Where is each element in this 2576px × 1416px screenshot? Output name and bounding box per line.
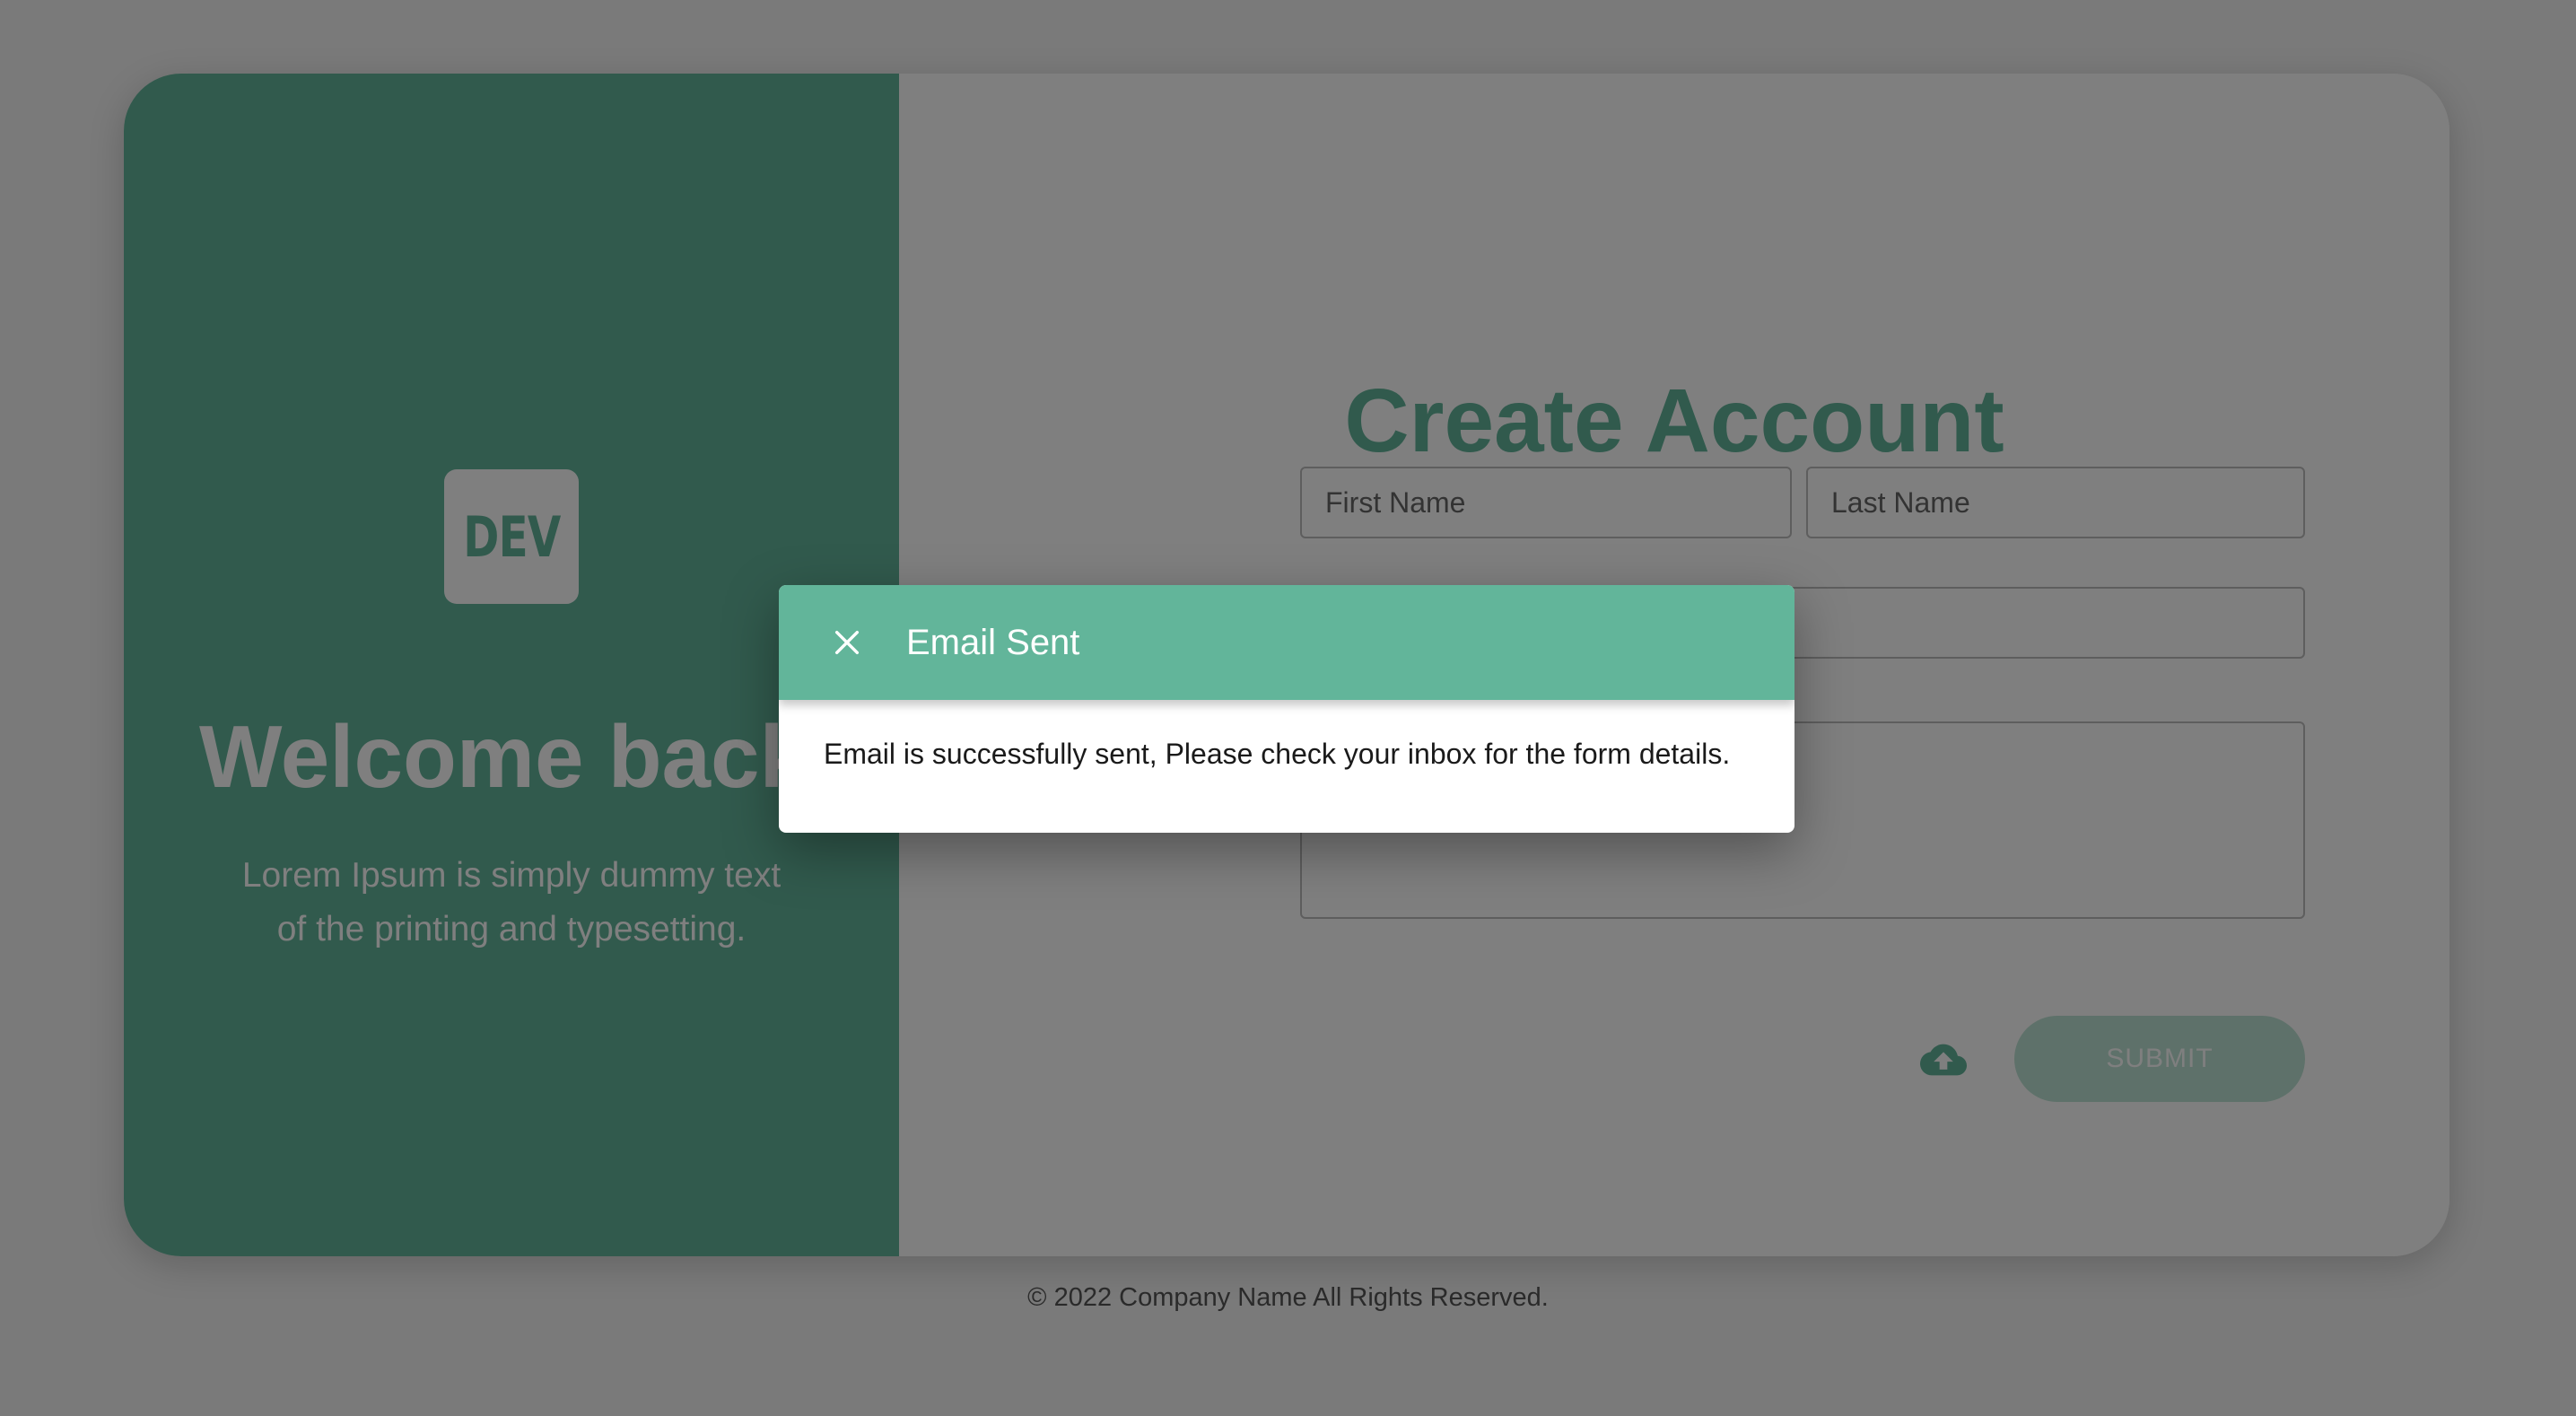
- page: DEV Welcome back Lorem Ipsum is simply d…: [0, 0, 2576, 1416]
- dialog-header: Email Sent: [779, 585, 1794, 700]
- email-sent-dialog: Email Sent Email is successfully sent, P…: [779, 585, 1794, 833]
- dialog-title: Email Sent: [906, 623, 1080, 662]
- dialog-message: Email is successfully sent, Please check…: [824, 738, 1731, 770]
- close-icon[interactable]: [822, 617, 872, 668]
